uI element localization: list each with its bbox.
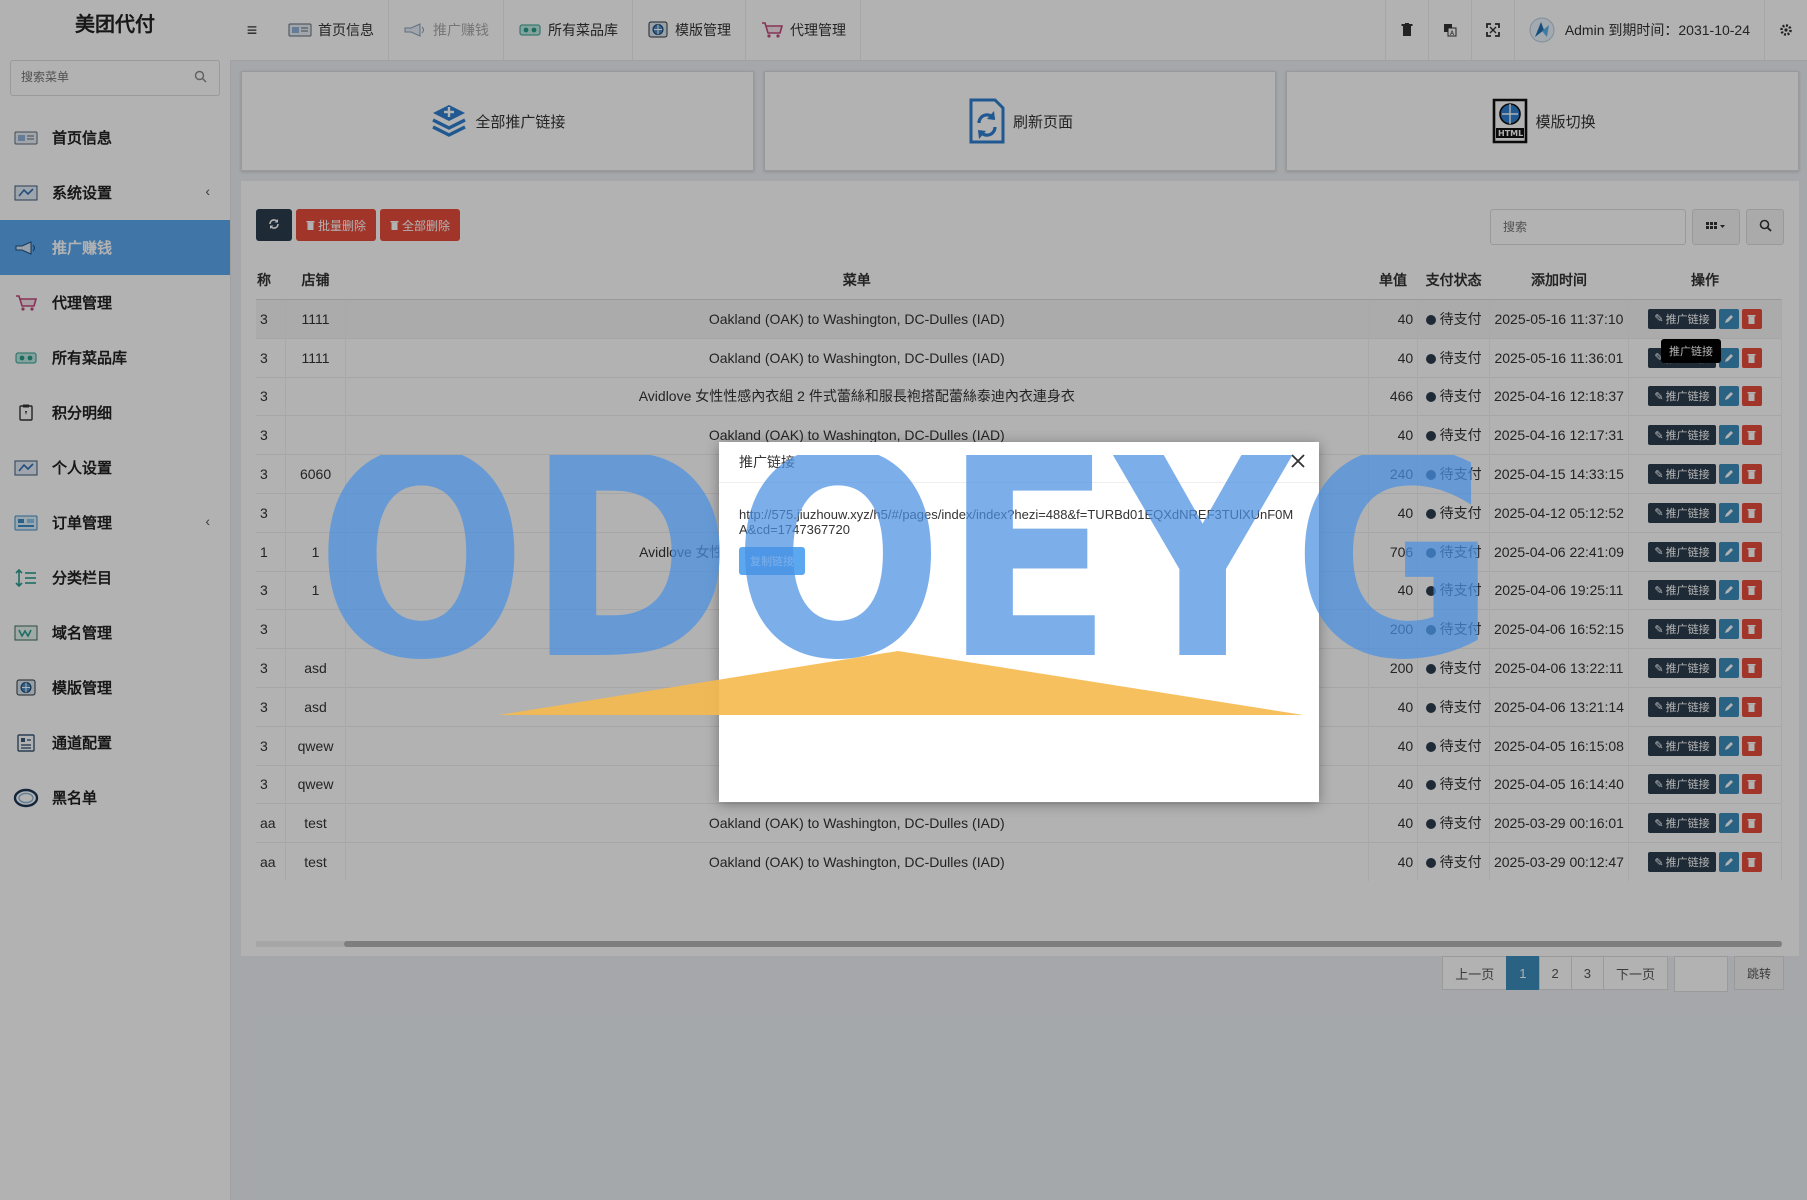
close-icon[interactable] bbox=[1291, 454, 1305, 471]
promo-link-modal: 推广链接 http://575.jiuzhouw.xyz/h5/#/pages/… bbox=[719, 442, 1319, 802]
copy-link-button[interactable]: 复制链接 bbox=[739, 547, 805, 575]
modal-title: 推广链接 bbox=[719, 442, 1319, 483]
promo-link-url: http://575.jiuzhouw.xyz/h5/#/pages/index… bbox=[739, 507, 1294, 537]
